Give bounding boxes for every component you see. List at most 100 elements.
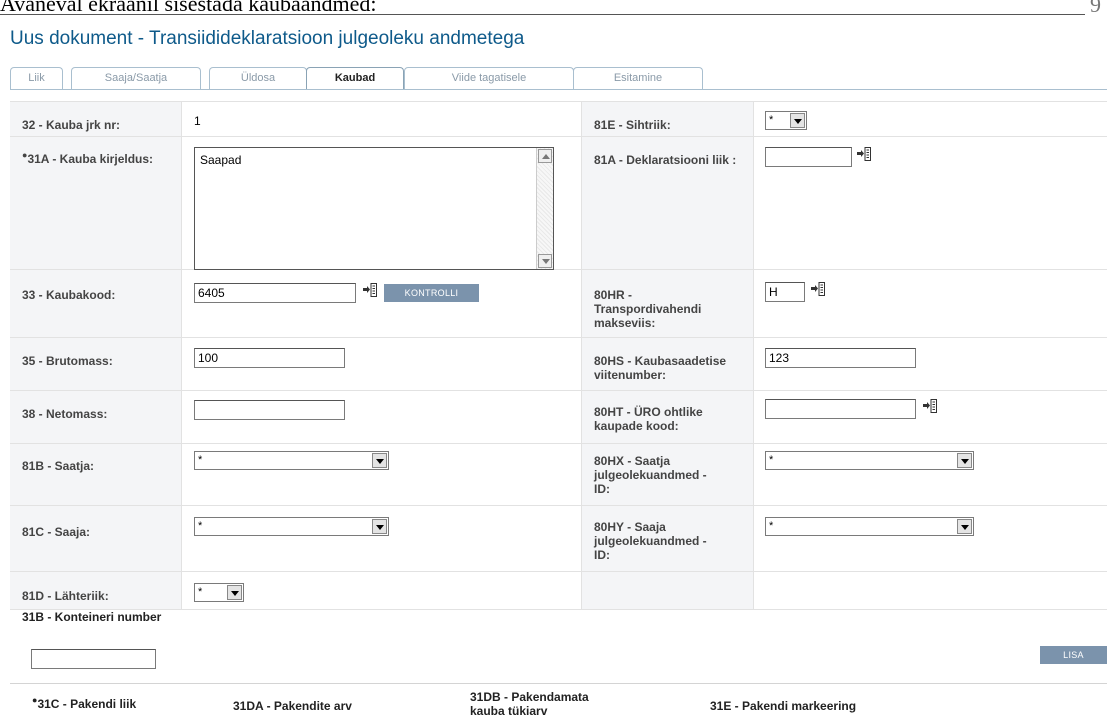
tab-esitamine[interactable]: Esitamine	[573, 67, 703, 89]
chevron-down-icon[interactable]	[372, 519, 387, 534]
add-button[interactable]: LISA	[1040, 646, 1107, 664]
package-kind-header: ●31C - Pakendi liik	[32, 696, 137, 712]
field-label-35: 35 - Brutomass:	[22, 354, 113, 368]
select-value: *	[198, 454, 203, 466]
field-label-80hs: 80HS - Kaubasaadetise viitenumber:	[594, 354, 727, 382]
consignor-select[interactable]: *	[194, 451, 389, 470]
label-cell: ●31A - Kauba kirjeldus:	[10, 137, 182, 269]
container-number-input[interactable]	[31, 649, 156, 669]
label-cell: 33 - Kaubakood:	[10, 270, 182, 337]
field-label-81a: 81A - Deklaratsiooni liik :	[594, 153, 737, 167]
label-cell: 80HS - Kaubasaadetise viitenumber:	[582, 338, 754, 390]
field-label-80hr: 80HR - Transpordivahendi makseviis:	[594, 288, 702, 330]
value-cell: *	[182, 444, 582, 505]
textarea-scrollbar[interactable]	[536, 148, 553, 269]
consignment-reference-input[interactable]: 123	[765, 348, 916, 368]
form-row: 81C - Saaja: * 80HY - Saaja julgeolekuan…	[10, 506, 1107, 572]
field-label-80ht: 80HT - ÜRO ohtlike kaupade kood:	[594, 405, 703, 433]
field-label-38: 38 - Netomass:	[22, 407, 108, 421]
consignee-security-id-select[interactable]: *	[765, 517, 974, 536]
field-label-81c: 81C - Saaja:	[22, 525, 91, 539]
chevron-down-icon[interactable]	[372, 453, 387, 468]
value-cell: 6405 KONTROLLI	[182, 270, 582, 337]
goods-form: 32 - Kauba jrk nr: 1 81E - Sihtriik: * ●…	[10, 101, 1107, 610]
commodity-code-input[interactable]: 6405	[194, 283, 356, 303]
field-label-31a-text: 31A - Kauba kirjeldus:	[27, 152, 154, 166]
textarea-value: Saapad	[200, 153, 242, 167]
page-title: Uus dokument - Transiidideklaratsioon ju…	[10, 28, 525, 49]
chevron-down-icon[interactable]	[957, 519, 972, 534]
field-label-81e: 81E - Sihtriik:	[594, 118, 671, 132]
lookup-list-icon[interactable]	[811, 282, 825, 296]
caption-rule	[0, 14, 1085, 15]
select-value: *	[198, 520, 203, 532]
transport-payment-input[interactable]: H	[765, 282, 805, 302]
tab-saaja-saatja[interactable]: Saaja/Saatja	[71, 67, 201, 89]
select-value: *	[769, 520, 774, 532]
value-cell: 100	[182, 338, 582, 390]
lookup-list-icon[interactable]	[923, 399, 937, 413]
field-label-81d: 81D - Lähteriik:	[22, 589, 109, 603]
value-cell: H	[754, 270, 1107, 337]
value-cell: 1	[182, 102, 582, 136]
form-row: ●31A - Kauba kirjeldus: Saapad 81A - Dek…	[10, 137, 1107, 270]
consignor-security-id-select[interactable]: *	[765, 451, 974, 470]
value-cell	[754, 391, 1107, 443]
unpacked-count-header: 31DB - Pakendamata kauba tükiarv	[470, 690, 589, 716]
item-number-value: 1	[194, 114, 201, 128]
label-cell: 81A - Deklaratsiooni liik :	[582, 137, 754, 269]
scroll-up-icon[interactable]	[538, 149, 552, 163]
select-value: *	[769, 454, 774, 466]
lookup-list-icon[interactable]	[857, 147, 871, 161]
label-cell: 80HX - Saatja julgeolekuandmed - ID:	[582, 444, 754, 505]
section-divider	[10, 683, 1107, 684]
value-cell: *	[754, 102, 1107, 136]
label-cell: 81C - Saaja:	[10, 506, 182, 571]
container-number-label: 31B - Konteineri number	[22, 610, 162, 624]
chevron-down-icon[interactable]	[227, 585, 242, 600]
declaration-type-input[interactable]	[765, 147, 852, 167]
label-cell: 81B - Saatja:	[10, 444, 182, 505]
tab-uldosa[interactable]: Üldosa	[209, 67, 307, 89]
value-cell: *	[754, 444, 1107, 505]
field-label-81b: 81B - Saatja:	[22, 459, 95, 473]
page-number: 9	[1090, 0, 1101, 17]
tab-kaubad[interactable]: Kaubad	[306, 67, 404, 90]
chevron-down-icon[interactable]	[790, 113, 805, 128]
field-label-33: 33 - Kaubakood:	[22, 288, 116, 302]
package-kind-header-text: 31C - Pakendi liik	[37, 697, 137, 711]
label-cell: 32 - Kauba jrk nr:	[10, 102, 182, 136]
tab-liik[interactable]: Liik	[10, 67, 63, 89]
value-cell: *	[182, 506, 582, 571]
value-cell: 123	[754, 338, 1107, 390]
form-row: 33 - Kaubakood: 6405 KONTROLLI 80HR - Tr…	[10, 270, 1107, 338]
net-mass-input[interactable]	[194, 400, 345, 420]
label-cell: 80HY - Saaja julgeolekuandmed - ID:	[582, 506, 754, 571]
value-cell: Saapad	[182, 137, 582, 270]
field-label-80hx: 80HX - Saatja julgeolekuandmed - ID:	[594, 454, 707, 496]
label-cell: 38 - Netomass:	[10, 391, 182, 443]
tab-underline	[10, 89, 1107, 90]
field-label-80hy: 80HY - Saaja julgeolekuandmed - ID:	[594, 520, 707, 562]
form-row: 81B - Saatja: * 80HX - Saatja julgeoleku…	[10, 444, 1107, 506]
goods-description-textarea[interactable]: Saapad	[194, 147, 554, 270]
un-dangerous-goods-input[interactable]	[765, 399, 916, 419]
chevron-down-icon[interactable]	[957, 453, 972, 468]
field-label-32: 32 - Kauba jrk nr:	[22, 118, 121, 132]
lookup-list-icon[interactable]	[363, 283, 377, 297]
label-cell: 80HR - Transpordivahendi makseviis:	[582, 270, 754, 337]
select-value: *	[198, 586, 203, 598]
field-label-31a: ●31A - Kauba kirjeldus:	[22, 151, 154, 167]
consignee-select[interactable]: *	[194, 517, 389, 536]
scroll-down-icon[interactable]	[538, 254, 552, 268]
label-cell: 35 - Brutomass:	[10, 338, 182, 390]
check-button[interactable]: KONTROLLI	[384, 284, 479, 302]
country-of-dispatch-select[interactable]: *	[194, 583, 244, 602]
label-cell: 81E - Sihtriik:	[582, 102, 754, 136]
select-value: *	[769, 114, 774, 126]
value-cell	[182, 391, 582, 443]
container-section: 31B - Konteineri number LISA	[10, 603, 1107, 684]
gross-mass-input[interactable]: 100	[194, 348, 345, 368]
tab-viide-tagatisele[interactable]: Viide tagatisele	[404, 67, 574, 89]
destination-country-select[interactable]: *	[765, 111, 807, 130]
